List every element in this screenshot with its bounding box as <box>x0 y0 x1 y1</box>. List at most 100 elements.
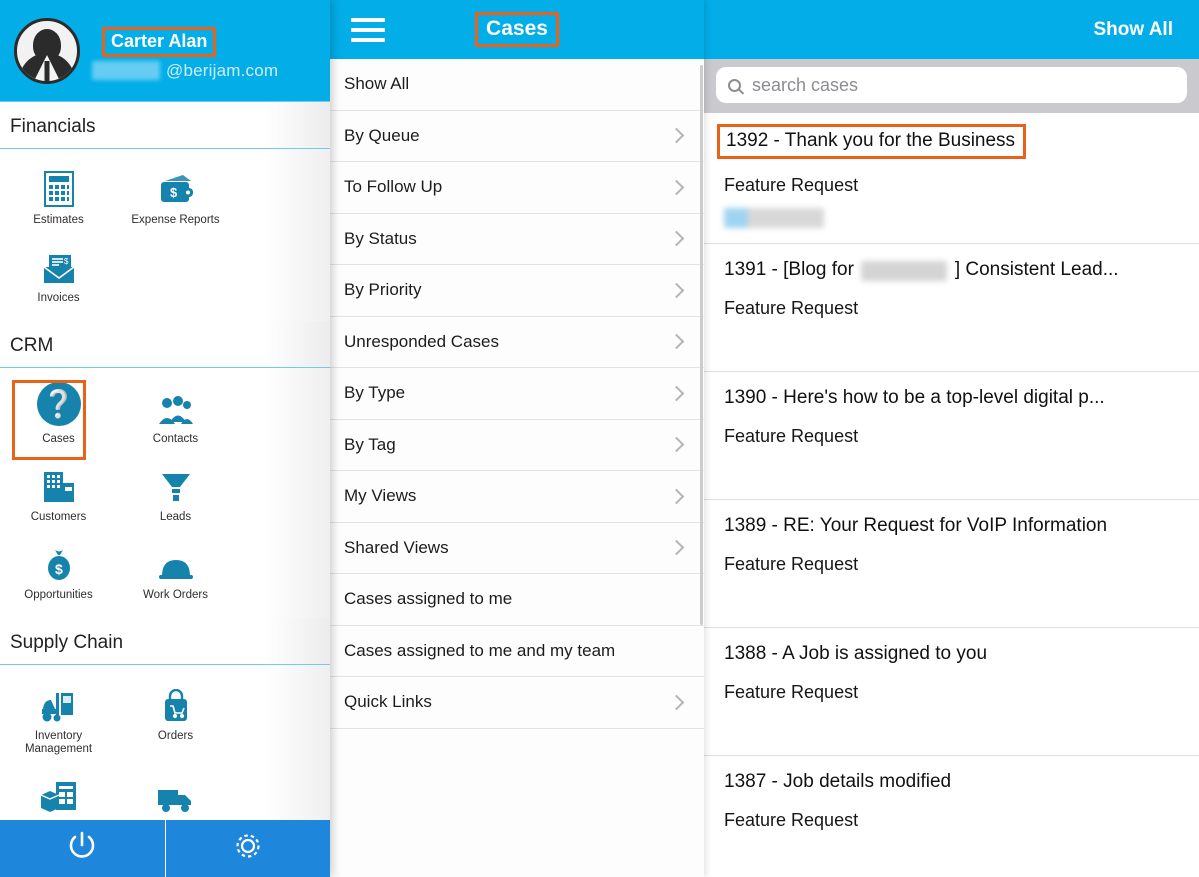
funnel-icon <box>159 464 193 504</box>
case-row-1390[interactable]: 1390 - Here's how to be a top-level digi… <box>704 372 1199 500</box>
tile-orders[interactable]: Orders <box>117 675 234 766</box>
tile-customers[interactable]: Customers <box>0 456 117 534</box>
menu-item-cases-assigned-to-me-and-my-team[interactable]: Cases assigned to me and my team <box>330 626 704 677</box>
menu-item-label: By Tag <box>344 434 396 454</box>
search-box[interactable] <box>716 67 1187 103</box>
menu-item-by-tag[interactable]: By Tag <box>330 420 704 471</box>
chevron-right-icon <box>668 539 685 556</box>
power-button[interactable] <box>0 820 166 877</box>
menu-item-label: Quick Links <box>344 692 432 712</box>
menu-item-cases-assigned-to-me[interactable]: Cases assigned to me <box>330 574 704 626</box>
case-row-1391[interactable]: 1391 - [Blog for ] Consistent Lead... Fe… <box>704 244 1199 372</box>
office-building-icon <box>41 464 77 504</box>
case-row-1389[interactable]: 1389 - RE: Your Request for VoIP Informa… <box>704 500 1199 628</box>
case-title: 1392 - Thank you for the Business <box>717 124 1027 159</box>
case-title-suffix: ] Consistent Lead... <box>954 259 1119 280</box>
left-footer-bar <box>0 820 330 877</box>
case-title: 1390 - Here's how to be a top-level digi… <box>724 387 1105 408</box>
tile-label: Opportunities <box>24 589 93 601</box>
menu-item-label: To Follow Up <box>344 177 443 197</box>
tile-invoices[interactable]: $ Invoices <box>0 237 117 315</box>
search-icon <box>728 78 741 92</box>
menu-item-to-follow-up[interactable]: To Follow Up <box>330 162 704 214</box>
tile-work-orders[interactable]: Work Orders <box>117 534 234 612</box>
redacted-username <box>92 61 160 80</box>
avatar-tie <box>44 60 50 81</box>
left-nav-scroll[interactable]: Financials Estimates $ Expense Reports $… <box>0 101 330 820</box>
cases-menu-scrollbar[interactable] <box>700 65 703 625</box>
chevron-right-icon <box>668 127 685 144</box>
cases-question-circle-icon: ❔ <box>36 382 81 426</box>
case-title: 1389 - RE: Your Request for VoIP Informa… <box>724 515 1108 536</box>
tile-group-crm: ❔ Cases Contacts Customers Leads $ Oppor… <box>0 368 330 618</box>
menu-item-my-views[interactable]: My Views <box>330 471 704 523</box>
menu-item-shared-views[interactable]: Shared Views <box>330 523 704 574</box>
tile-label: Work Orders <box>143 589 208 601</box>
chevron-right-icon <box>668 282 685 299</box>
menu-item-label: Show All <box>344 74 410 94</box>
hamburger-bar <box>351 17 385 22</box>
show-all-button[interactable]: Show All <box>1093 19 1173 41</box>
search-input[interactable] <box>752 74 1175 96</box>
case-subtitle: Feature Request <box>724 682 859 702</box>
case-row-1387[interactable]: 1387 - Job details modified Feature Requ… <box>704 756 1199 877</box>
chevron-right-icon <box>668 488 685 505</box>
redacted-case-title-part <box>861 260 948 281</box>
menu-item-by-status[interactable]: By Status <box>330 214 704 265</box>
tile-estimates[interactable]: Estimates <box>0 159 117 237</box>
cases-menu-panel: Cases Show All By Queue To Follow Up By … <box>330 0 704 877</box>
tile-label: Estimates <box>33 214 84 226</box>
cases-menu-header: Cases <box>330 0 704 59</box>
hamburger-menu-icon[interactable] <box>351 12 385 48</box>
case-title: 1387 - Job details modified <box>724 771 952 792</box>
tile-suppliers[interactable]: Suppliers <box>117 766 234 820</box>
menu-item-label: Cases assigned to me and my team <box>344 640 616 660</box>
case-subtitle: Feature Request <box>724 298 859 318</box>
cases-list-panel: Show All 1392 - Thank you for the Busine… <box>704 0 1199 877</box>
redacted-case-meta <box>724 208 824 228</box>
cases-circle: ❔ <box>36 382 81 426</box>
tile-inventory-management[interactable]: Inventory Management <box>0 675 117 766</box>
tile-label: Inventory Management <box>24 730 93 755</box>
svg-text:$: $ <box>55 561 63 577</box>
purchase-order-box-icon <box>39 774 79 814</box>
tile-label: Expense Reports <box>131 214 220 226</box>
cases-menu-list[interactable]: Show All By Queue To Follow Up By Status… <box>330 59 704 877</box>
tile-opportunities[interactable]: $ Opportunities <box>0 534 117 612</box>
user-name: Carter Alan <box>102 26 217 57</box>
wallet-money-icon: $ <box>157 167 195 207</box>
tile-cases[interactable]: ❔ Cases <box>0 378 117 460</box>
menu-item-by-priority[interactable]: By Priority <box>330 265 704 317</box>
menu-item-quick-links[interactable]: Quick Links <box>330 677 704 729</box>
tile-label: Contacts <box>152 433 199 445</box>
case-row-1388[interactable]: 1388 - A Job is assigned to you Feature … <box>704 628 1199 756</box>
chevron-right-icon <box>668 230 685 247</box>
three-panel-app: Carter Alan @berijam.com Financials Esti… <box>0 0 1199 877</box>
menu-item-unresponded-cases[interactable]: Unresponded Cases <box>330 317 704 368</box>
case-subtitle: Feature Request <box>724 175 859 195</box>
tile-purchase-orders[interactable]: Purchase Orders <box>0 766 117 820</box>
menu-item-by-queue[interactable]: By Queue <box>330 111 704 162</box>
menu-item-show-all[interactable]: Show All <box>330 59 704 111</box>
shopping-bag-icon <box>161 683 191 723</box>
cases-list[interactable]: 1392 - Thank you for the Business Featur… <box>704 113 1199 877</box>
settings-button[interactable] <box>165 820 330 877</box>
case-row-1392[interactable]: 1392 - Thank you for the Business Featur… <box>704 113 1199 244</box>
case-subtitle: Feature Request <box>724 810 859 830</box>
menu-item-by-type[interactable]: By Type <box>330 368 704 420</box>
tile-label: Customers <box>30 511 87 523</box>
tile-label: Cases <box>42 433 75 445</box>
tile-group-supply-chain: Inventory Management Orders <box>0 665 330 820</box>
user-header: Carter Alan @berijam.com <box>0 0 330 101</box>
tile-leads[interactable]: Leads <box>117 456 234 534</box>
tile-contacts[interactable]: Contacts <box>117 378 234 456</box>
chevron-right-icon <box>668 179 685 196</box>
tile-expense-reports[interactable]: $ Expense Reports <box>117 159 234 237</box>
case-subtitle: Feature Request <box>724 426 859 446</box>
section-header-supply-chain: Supply Chain <box>0 618 330 665</box>
user-email-row: @berijam.com <box>92 61 278 81</box>
power-icon <box>65 829 99 868</box>
invoice-envelope-icon: $ <box>41 245 77 285</box>
gear-icon <box>231 829 265 868</box>
hard-hat-icon <box>157 542 195 582</box>
